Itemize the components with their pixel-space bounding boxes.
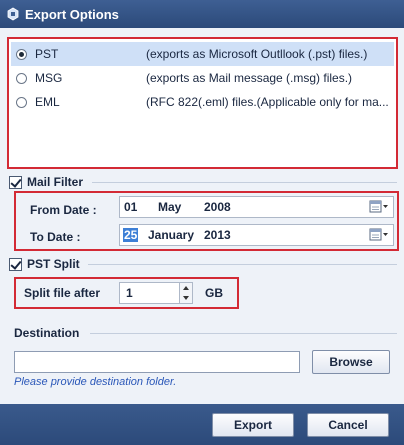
spinner-up-icon[interactable] — [183, 286, 189, 290]
from-date-year[interactable]: 2008 — [204, 200, 231, 214]
export-format-list[interactable]: PST (exports as Microsoft Outllook (.pst… — [7, 37, 398, 169]
to-date-year[interactable]: 2013 — [204, 228, 231, 242]
option-eml-name: EML — [35, 95, 60, 109]
title-bar: Export Options — [0, 0, 404, 28]
app-icon — [6, 7, 20, 21]
mail-filter-label: Mail Filter — [27, 175, 84, 189]
split-size-stepper[interactable]: 1 — [119, 282, 193, 304]
option-pst-description: (exports as Microsoft Outllook (.pst) fi… — [146, 47, 368, 61]
browse-button[interactable]: Browse — [312, 350, 390, 374]
to-date-label: To Date : — [30, 230, 81, 244]
from-date-calendar-button[interactable] — [369, 200, 389, 214]
destination-hint: Please provide destination folder. — [14, 376, 177, 388]
option-pst[interactable]: PST (exports as Microsoft Outllook (.pst… — [11, 42, 394, 66]
cancel-button[interactable]: Cancel — [307, 413, 389, 437]
radio-eml[interactable] — [16, 96, 27, 108]
export-button[interactable]: Export — [212, 413, 294, 437]
split-size-spinner[interactable] — [179, 283, 192, 303]
mail-filter-checkbox[interactable] — [9, 175, 22, 189]
mail-filter-group[interactable]: Mail Filter — [9, 175, 83, 189]
pst-split-group[interactable]: PST Split — [9, 257, 80, 271]
to-date-day[interactable]: 25 — [123, 228, 139, 242]
pst-split-label: PST Split — [27, 257, 80, 271]
option-eml-description: (RFC 822(.eml) files.(Applicable only fo… — [146, 95, 389, 109]
option-eml[interactable]: EML (RFC 822(.eml) files.(Applicable onl… — [11, 90, 394, 114]
pst-split-checkbox[interactable] — [9, 257, 22, 271]
destination-label: Destination — [14, 326, 80, 340]
pst-split-divider — [88, 264, 397, 265]
to-date-month[interactable]: January — [148, 228, 194, 242]
mail-filter-box: From Date : 01 May 2008 To Date : 25 Jan… — [14, 191, 399, 251]
footer-bar: Export Cancel — [0, 404, 404, 445]
split-size-value[interactable]: 1 — [126, 286, 133, 300]
option-msg[interactable]: MSG (exports as Mail message (.msg) file… — [11, 66, 394, 90]
option-pst-name: PST — [35, 47, 59, 61]
pst-split-box: Split file after 1 GB — [14, 277, 239, 309]
mail-filter-divider — [92, 182, 397, 183]
to-date-picker[interactable]: 25 January 2013 — [119, 224, 394, 246]
option-msg-description: (exports as Mail message (.msg) files.) — [146, 71, 353, 85]
radio-pst[interactable] — [16, 48, 27, 60]
destination-divider — [90, 333, 397, 334]
export-options-window: Export Options PST (exports as Microsoft… — [0, 0, 404, 445]
window-title: Export Options — [25, 6, 119, 22]
destination-path-input[interactable] — [14, 351, 300, 373]
from-date-picker[interactable]: 01 May 2008 — [119, 196, 394, 218]
split-file-after-label: Split file after — [24, 286, 101, 300]
from-date-label: From Date : — [30, 203, 97, 217]
from-date-day[interactable]: 01 — [124, 200, 137, 214]
calendar-icon — [369, 228, 388, 241]
spinner-down-icon[interactable] — [183, 296, 189, 300]
radio-msg[interactable] — [16, 72, 27, 84]
from-date-month[interactable]: May — [158, 200, 181, 214]
split-unit-label: GB — [205, 286, 223, 300]
option-msg-name: MSG — [35, 71, 63, 85]
calendar-icon — [369, 200, 388, 213]
to-date-calendar-button[interactable] — [369, 228, 389, 242]
